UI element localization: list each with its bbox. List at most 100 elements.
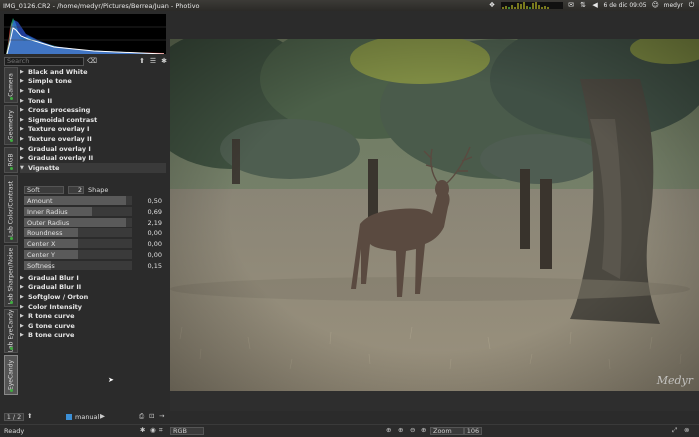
tool-r-tone-curve[interactable]: ▶ R tone curve: [20, 311, 166, 321]
tool-gradual-blur-i[interactable]: ▶ Gradual Blur I: [20, 273, 166, 283]
tool-list: ▶ Black and White ▶ Simple tone ▶ Tone I ▶ T…: [20, 67, 166, 173]
slider-label: Center X: [27, 240, 56, 249]
user-icon[interactable]: ☺: [652, 2, 659, 9]
slider-roundness[interactable]: Roundness 0,00: [24, 228, 164, 238]
vignette-mode-select[interactable]: Soft: [24, 186, 64, 194]
zoom-fit-icon[interactable]: ⊡: [149, 412, 154, 420]
tool-panel: ⌫ ⬆ ☰ ✱ Camera Geometry RGB Lab Color/Co…: [0, 11, 170, 411]
tab-camera[interactable]: Camera: [4, 67, 18, 103]
gear-icon[interactable]: ✱: [140, 426, 145, 434]
status-bar: Ready ✱ ◉ ⌗ RGB ⊕ ⊕ ⊖ ⊕ Zoom 106 ⤢ ⊗: [0, 424, 699, 437]
slider-value[interactable]: 0,69: [148, 208, 162, 216]
tool-tone-i[interactable]: ▶ Tone I: [20, 86, 166, 96]
list-icon[interactable]: ☰: [149, 57, 157, 65]
zoom-100-icon[interactable]: ⊕: [398, 426, 403, 434]
run-preset-icon[interactable]: ▶: [100, 412, 105, 420]
slider-outer-radius[interactable]: Outer Radius 2,19: [24, 217, 164, 227]
shape-label: Shape: [88, 186, 109, 194]
tool-cross-processing[interactable]: ▶ Cross processing: [20, 105, 166, 115]
expand-arrow-icon: ▶: [20, 155, 24, 162]
preset-bar: 1 / 2 ⬆ manual ▶ ⎙ ⊡ →: [0, 411, 699, 424]
channel-select[interactable]: RGB: [170, 427, 204, 435]
zoom-label: Zoom: [430, 427, 464, 435]
tool-texture-overlay-i[interactable]: ▶ Texture overlay I: [20, 125, 166, 135]
slider-value[interactable]: 0,15: [148, 262, 162, 270]
photo: [170, 39, 699, 391]
page-indicator[interactable]: 1 / 2: [4, 413, 24, 421]
canvas-top-margin: [170, 11, 699, 39]
expand-arrow-icon: ▶: [20, 87, 24, 94]
network-icon[interactable]: ⇅: [580, 2, 587, 9]
tool-black-and-white[interactable]: ▶ Black and White: [20, 67, 166, 77]
settings-icon[interactable]: ✱: [160, 57, 168, 65]
slider-label: Amount: [27, 197, 53, 205]
slider-value[interactable]: 0,00: [148, 251, 162, 259]
clock[interactable]: 6 de dic 09:05: [604, 2, 647, 9]
expand-arrow-icon: ▶: [20, 107, 24, 114]
slider-value[interactable]: 2,19: [148, 219, 162, 227]
slider-amount[interactable]: Amount 0,50: [24, 196, 164, 205]
expand-arrow-icon: ▶: [20, 284, 24, 291]
tool-b-tone-curve[interactable]: ▶ B tone curve: [20, 331, 166, 341]
tool-texture-overlay-ii[interactable]: ▶ Texture overlay II: [20, 134, 166, 144]
slider-value[interactable]: 0,00: [148, 240, 162, 248]
tool-gradual-blur-ii[interactable]: ▶ Gradual Blur II: [20, 283, 166, 293]
mail-icon[interactable]: ✉: [568, 2, 575, 9]
system-monitor-icon[interactable]: [500, 2, 563, 9]
zoom-out-icon[interactable]: ⊖: [410, 426, 415, 434]
tool-gradual-overlay-i[interactable]: ▶ Gradual overlay I: [20, 144, 166, 154]
zoom-fit-icon[interactable]: ⊕: [386, 426, 391, 434]
tool-vignette[interactable]: ▼ Vignette: [20, 162, 166, 173]
expand-arrow-icon: ▶: [20, 78, 24, 85]
save-icon[interactable]: ⎙: [139, 412, 144, 421]
tab-lab-sharpen-noise[interactable]: Lab Sharpen/Noise: [4, 245, 18, 307]
expand-arrow-icon: ▶: [20, 135, 24, 142]
shape-spinbox[interactable]: 2: [68, 186, 84, 194]
fullscreen-icon[interactable]: ⤢: [672, 426, 677, 435]
zoom-value[interactable]: 106: [464, 427, 482, 435]
slider-label: Inner Radius: [27, 207, 68, 216]
pin-icon[interactable]: ⬆: [138, 57, 146, 65]
tool-gradual-overlay-ii[interactable]: ▶ Gradual overlay II: [20, 153, 166, 163]
slider-center-y[interactable]: Center Y 0,00: [24, 249, 164, 259]
preset-color-chip: [66, 414, 72, 422]
tool-softglow-orton[interactable]: ▶ Softglow / Orton: [20, 292, 166, 302]
tab-eyecandy[interactable]: EyeCandy: [4, 355, 18, 395]
watermark: Medyr: [656, 374, 693, 387]
tool-g-tone-curve[interactable]: ▶ G tone curve: [20, 321, 166, 331]
tool-color-intensity[interactable]: ▶ Color Intensity: [20, 302, 166, 312]
image-viewport[interactable]: Medyr: [170, 39, 699, 391]
preset-label[interactable]: manual: [75, 413, 99, 421]
window-titlebar: IMG_0126.CR2 - /home/medyr/Pictures/Berr…: [0, 0, 699, 11]
tool-tone-ii[interactable]: ▶ Tone II: [20, 96, 166, 106]
expand-arrow-icon: ▶: [20, 116, 24, 123]
tab-rgb[interactable]: RGB: [4, 147, 18, 173]
search-input[interactable]: [4, 56, 84, 66]
slider-value[interactable]: 0,00: [148, 229, 162, 237]
expand-arrow-icon: ▶: [20, 126, 24, 133]
close-icon[interactable]: ⊗: [684, 426, 689, 434]
username[interactable]: medyr: [664, 2, 683, 9]
collapse-arrow-icon: ▼: [20, 164, 24, 171]
tab-lab-eyecandy[interactable]: Lab EyeCandy: [4, 309, 18, 353]
slider-softness[interactable]: Softness 0,15: [24, 260, 164, 270]
power-icon[interactable]: ⏻: [688, 2, 695, 9]
pin-small-icon[interactable]: ⬆: [27, 412, 32, 420]
tool-simple-tone[interactable]: ▶ Simple tone: [20, 77, 166, 87]
slider-inner-radius[interactable]: Inner Radius 0,69: [24, 206, 164, 216]
tab-geometry[interactable]: Geometry: [4, 105, 18, 145]
slider-value[interactable]: 0,50: [148, 197, 162, 205]
next-icon[interactable]: →: [159, 412, 164, 420]
vignette-mode-row: Soft 2 Shape: [24, 185, 164, 195]
expand-arrow-icon: ▶: [20, 303, 24, 310]
clear-search-icon[interactable]: ⌫: [87, 57, 97, 65]
camera-icon[interactable]: ◉: [150, 426, 156, 434]
system-tray: ❖ ✉ ⇅ ◀ 6 de dic 09:05 ☺ medyr ⏻: [489, 2, 699, 9]
tool-sigmoidal-contrast[interactable]: ▶ Sigmoidal contrast: [20, 115, 166, 125]
tab-lab-color-contrast[interactable]: Lab Color/Contrast: [4, 175, 18, 243]
crop-icon[interactable]: ⌗: [159, 426, 163, 435]
volume-icon[interactable]: ◀: [592, 2, 599, 9]
dropbox-icon[interactable]: ❖: [489, 2, 496, 9]
zoom-in-icon[interactable]: ⊕: [421, 426, 426, 434]
slider-center-x[interactable]: Center X 0,00: [24, 239, 164, 249]
